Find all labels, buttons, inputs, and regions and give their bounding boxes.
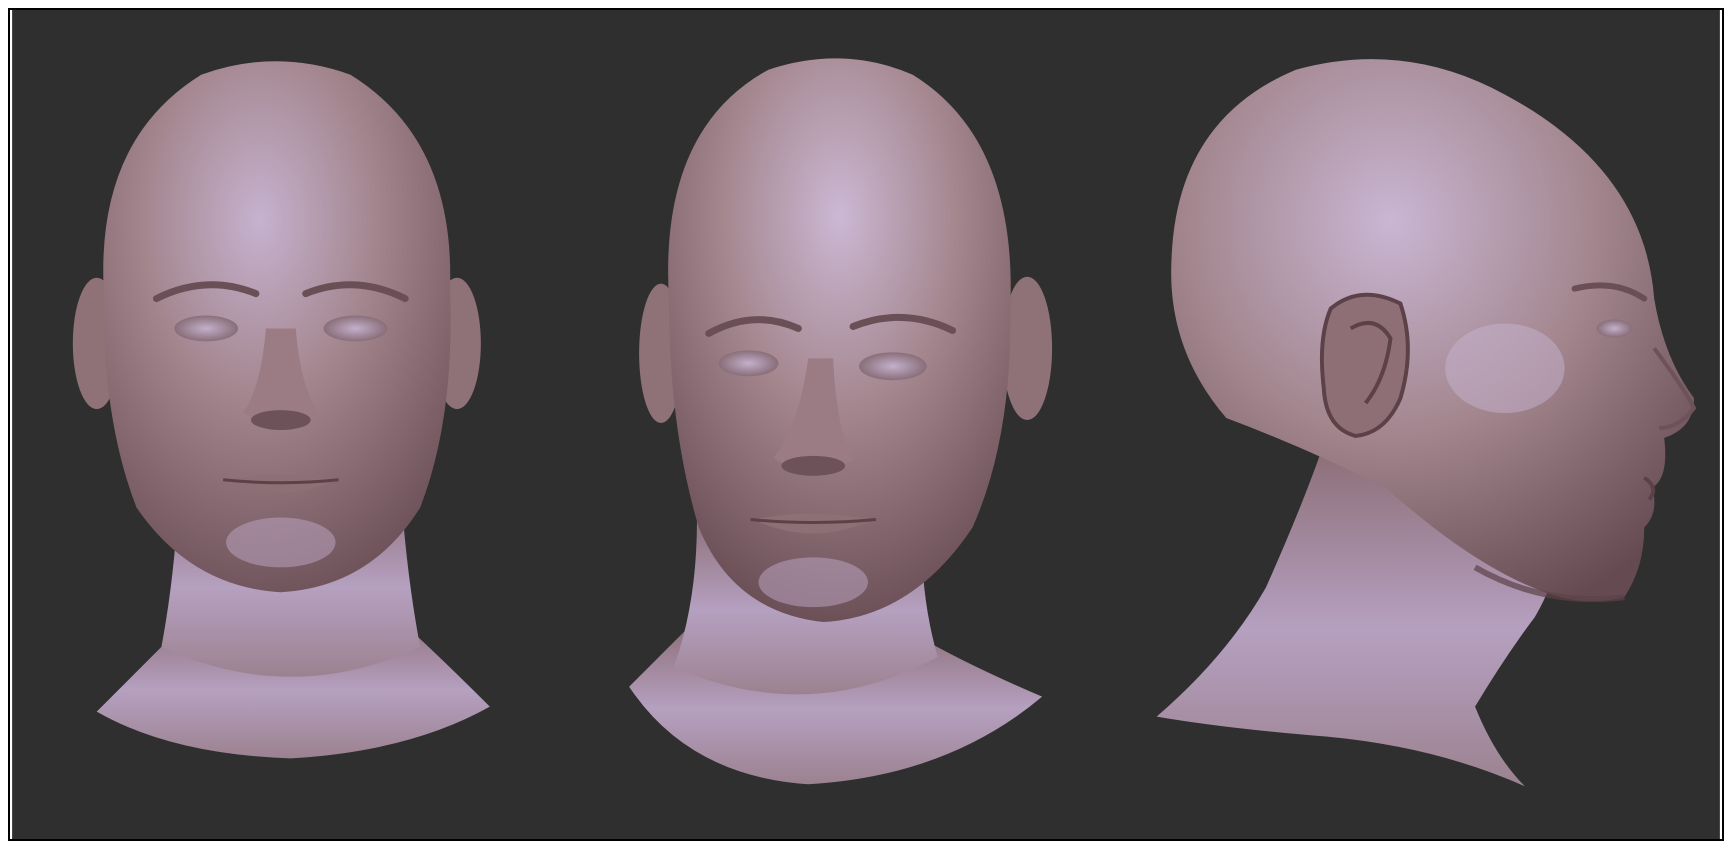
render-canvas — [12, 10, 1720, 839]
tq-head — [668, 58, 1011, 623]
render-frame — [8, 8, 1724, 841]
front-head — [103, 61, 451, 593]
front-eye-right — [323, 315, 388, 342]
front-nostrils — [250, 410, 311, 430]
render-viewport — [10, 10, 1722, 839]
side-eye — [1596, 319, 1633, 338]
tq-nostrils — [781, 455, 846, 476]
front-chin — [226, 517, 336, 568]
tq-chin — [758, 557, 868, 608]
front-eye-left — [174, 315, 239, 342]
tq-eye-left — [718, 350, 779, 377]
side-cheek — [1445, 323, 1565, 414]
tq-eye-right — [859, 352, 927, 381]
head-three-quarter-icon — [629, 58, 1053, 785]
